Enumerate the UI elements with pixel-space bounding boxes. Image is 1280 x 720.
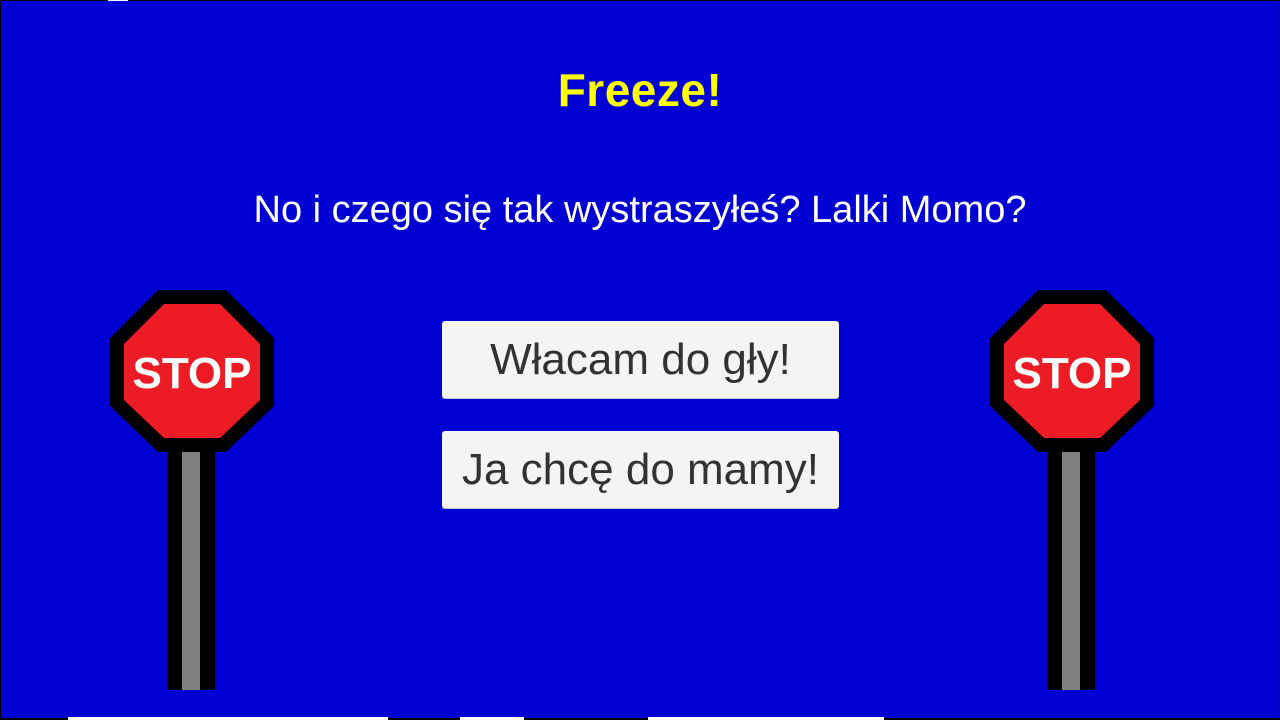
stop-sign-icon: STOP [110,290,274,690]
stop-sign-icon: STOP [990,290,1154,690]
game-screen: Freeze! No i czego się tak wystraszyłeś?… [1,1,1279,718]
sign-pole-highlight [1062,440,1080,690]
stop-sign-right: STOP [990,290,1154,692]
start-game-button[interactable]: Włacam do gły! [442,321,839,398]
sign-text: STOP [132,349,251,398]
sign-text: STOP [1012,349,1131,398]
dialog-message: No i czego się tak wystraszyłeś? Lalki M… [253,189,1027,231]
top-edge-segment [108,0,128,1]
stop-sign-left: STOP [110,290,274,692]
sign-pole-highlight [182,440,200,690]
page-title: Freeze! [557,64,723,116]
go-to-mom-button[interactable]: Ja chcę do mamy! [442,431,839,508]
